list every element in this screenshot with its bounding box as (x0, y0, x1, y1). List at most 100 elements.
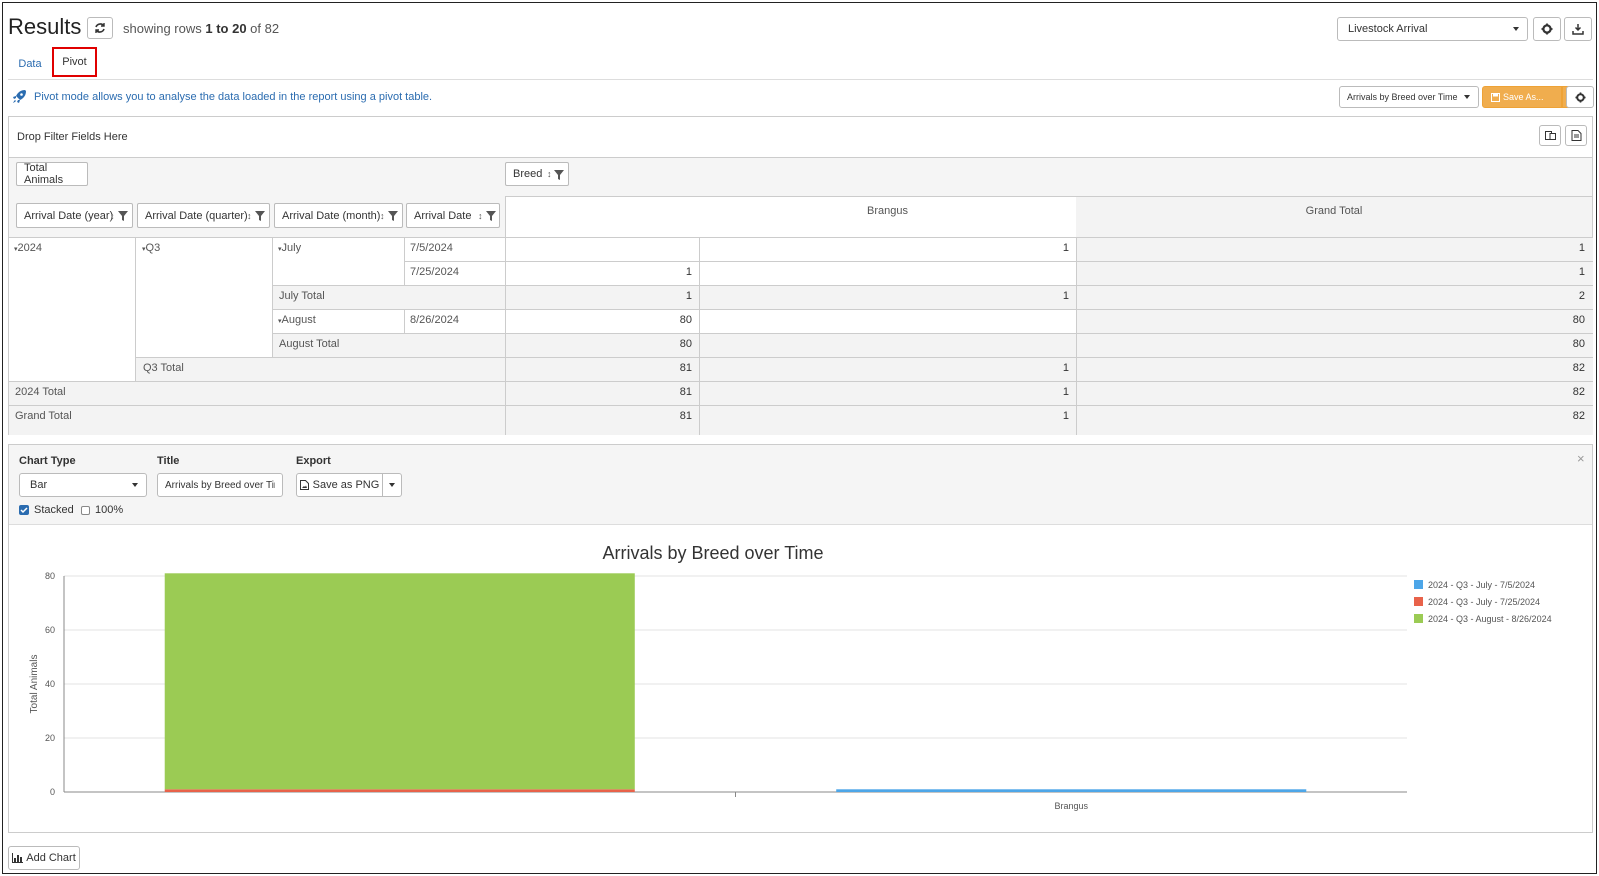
row-header-july-total-label: July Total (279, 290, 325, 302)
sort-icon[interactable]: ↕ (380, 211, 385, 221)
column-header-grand-total-label: Grand Total (1305, 205, 1363, 217)
bar-segment (836, 789, 1307, 792)
close-chart-icon[interactable]: × (1577, 451, 1585, 466)
column-header-brangus-label: Brangus (867, 205, 908, 217)
value-cell: 80 (1572, 338, 1585, 350)
quarter-label: Q3 (145, 242, 161, 254)
format-icon (1544, 131, 1556, 140)
download-button[interactable] (1564, 17, 1592, 41)
export-dropdown-button[interactable] (382, 473, 402, 497)
add-chart-button[interactable]: Add Chart (8, 846, 80, 870)
chevron-down-icon (389, 483, 395, 487)
chart-panel: Chart Type Bar Title Export Save as PNG … (8, 444, 1593, 833)
tab-data[interactable]: Data (14, 53, 46, 75)
value-cell: 81 (679, 362, 692, 374)
value-cell: 1 (1062, 410, 1069, 422)
add-chart-label: Add Chart (26, 852, 76, 864)
file-export-icon (1571, 130, 1581, 141)
filter-drop-area[interactable]: Drop Filter Fields Here (8, 116, 1593, 158)
row-header-year[interactable]: ▾2024 (14, 242, 42, 254)
row-field-year[interactable]: Arrival Date (year) ↕ (16, 203, 133, 228)
chart-svg: Arrivals by Breed over Time 0 20 40 60 80 Tota… (29, 543, 1552, 811)
save-icon (1491, 92, 1500, 102)
refresh-button[interactable] (87, 17, 113, 39)
pivot-info-text: Pivot mode allows you to analyse the dat… (34, 91, 433, 103)
legend-label: 2024 - Q3 - July - 7/5/2024 (1428, 580, 1535, 590)
divider (272, 333, 1593, 334)
percent-label: 100% (95, 504, 124, 516)
filter-icon[interactable] (486, 211, 496, 221)
rows-suffix: of 82 (246, 21, 280, 36)
chevron-down-icon (1513, 27, 1519, 31)
report-select[interactable]: Livestock Arrival (1337, 17, 1528, 41)
bar-segment (164, 573, 635, 790)
chevron-down-icon (1464, 95, 1470, 99)
row-field-date[interactable]: Arrival Date ↕ (406, 203, 500, 228)
row-field-month[interactable]: Arrival Date (month) ↕ (274, 203, 403, 228)
refresh-icon (95, 23, 105, 33)
chart-title-label: Title (157, 455, 180, 467)
chart-config-bar: Chart Type Bar Title Export Save as PNG … (9, 445, 1592, 525)
column-header-grand-total: Grand Total (1076, 196, 1593, 238)
sort-icon[interactable]: ↕ (247, 211, 252, 221)
divider (135, 357, 136, 381)
august-label: August (281, 314, 316, 326)
value-field-chip[interactable]: Total Animals (16, 162, 88, 186)
row-header-july[interactable]: ▾July (278, 242, 301, 254)
stacked-option[interactable]: Stacked (19, 504, 74, 516)
pivot-layout-select[interactable]: Arrivals by Breed over Time (1339, 86, 1479, 108)
chart-type-select[interactable]: Bar (19, 473, 147, 497)
filter-icon[interactable] (255, 211, 265, 221)
save-as-button[interactable]: Save As... (1482, 86, 1562, 108)
settings-button[interactable] (1533, 17, 1561, 41)
tab-pivot[interactable]: Pivot (52, 47, 97, 77)
chart-type-label: Chart Type (19, 455, 76, 467)
sort-icon[interactable]: ↕ (110, 211, 115, 221)
percent-checkbox[interactable] (81, 505, 90, 515)
chart-title: Arrivals by Breed over Time (602, 543, 823, 563)
divider (699, 237, 700, 435)
pivot-format-button[interactable] (1539, 125, 1561, 146)
gear-icon (1574, 91, 1586, 103)
y-axis-label: Total Animals (29, 655, 40, 714)
filter-icon[interactable] (388, 211, 398, 221)
row-header-august[interactable]: ▾August (278, 314, 316, 326)
divider (1076, 285, 1593, 286)
export-label: Export (296, 455, 331, 467)
july-label: July (281, 242, 302, 254)
y-tick-label: 20 (45, 733, 55, 743)
pivot-settings-button[interactable] (1566, 86, 1594, 108)
y-tick-label: 40 (45, 679, 55, 689)
column-header-blank (505, 196, 700, 238)
value-cell: 82 (1572, 410, 1585, 422)
value-cell: 1 (1578, 242, 1585, 254)
filter-icon[interactable] (118, 211, 128, 221)
column-field-chip[interactable]: Breed ↕ (505, 162, 569, 186)
filter-icon[interactable] (554, 170, 564, 180)
stacked-checkbox[interactable] (19, 505, 29, 515)
row-header-date-3: 8/26/2024 (410, 314, 459, 326)
divider (9, 381, 1593, 382)
chart-title-input[interactable] (157, 473, 283, 497)
rows-prefix: showing rows (123, 21, 206, 36)
row-header-quarter[interactable]: ▾Q3 (142, 242, 160, 254)
row-field-quarter[interactable]: Arrival Date (quarter) ↕ (137, 203, 270, 228)
save-as-label: Save As... (1503, 92, 1544, 102)
page-title: Results (8, 14, 82, 39)
save-as-png-button[interactable]: Save as PNG (296, 473, 383, 497)
pivot-export-button[interactable] (1565, 125, 1587, 146)
value-cell: 82 (1572, 386, 1585, 398)
legend-swatch (1414, 597, 1423, 606)
sort-icon[interactable]: ↕ (547, 169, 552, 179)
column-field-label: Breed (513, 168, 543, 180)
value-cell: 80 (679, 314, 692, 326)
value-cell: 1 (1578, 266, 1585, 278)
sort-icon[interactable]: ↕ (478, 211, 483, 221)
percent-option[interactable]: 100% (81, 504, 123, 516)
legend-label: 2024 - Q3 - August - 8/26/2024 (1428, 614, 1552, 624)
row-field-quarter-label: Arrival Date (quarter) (145, 209, 248, 222)
gear-icon (1541, 23, 1553, 35)
grand-total-shade (9, 406, 505, 435)
row-header-date-1: 7/5/2024 (410, 242, 453, 254)
y-tick-label: 0 (50, 787, 55, 797)
